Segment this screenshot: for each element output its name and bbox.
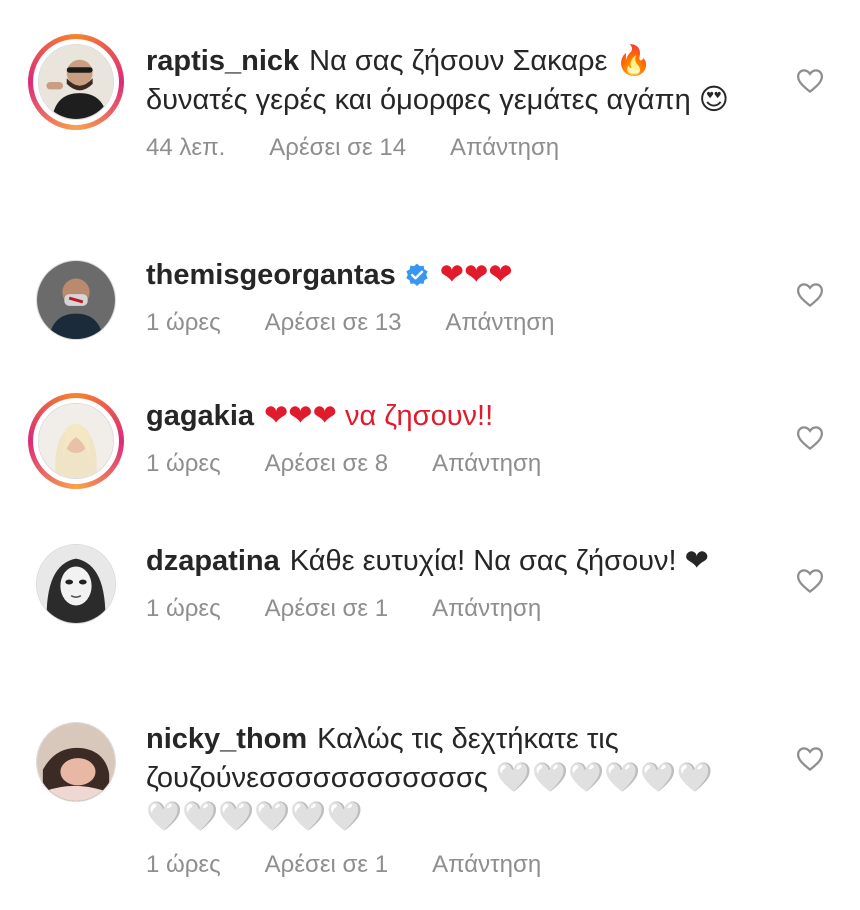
reply-button[interactable]: Απάντηση — [432, 595, 541, 622]
heart-outline-icon[interactable] — [795, 66, 825, 96]
comment-body: raptis_nick Να σας ζήσουν Σακαρε 🔥 δυνατέ… — [146, 42, 746, 162]
reply-button[interactable]: Απάντηση — [432, 450, 541, 477]
comment-time: 1 ώρες — [146, 309, 221, 336]
reply-button[interactable]: Απάντηση — [432, 851, 541, 878]
heart-outline-icon[interactable] — [795, 744, 825, 774]
likes-count-link[interactable]: Αρέσει σε 13 — [265, 309, 402, 336]
avatar-story-ring[interactable] — [28, 34, 124, 130]
username-link[interactable]: gagakia — [146, 400, 254, 432]
reply-button[interactable]: Απάντηση — [445, 309, 554, 336]
comment-body: nicky_thom Καλώς τις δεχτήκατε τις ζουζού… — [146, 720, 746, 879]
comment-meta: 1 ώρες Αρέσει σε 13 Απάντηση — [146, 309, 746, 337]
comment-body: themisgeorgantas ❤❤❤ 1 ώρες Αρέσει σε 13 Απ… — [146, 256, 746, 337]
avatar[interactable] — [38, 44, 114, 120]
comment-meta: 1 ώρες Αρέσει σε 1 Απάντηση — [146, 851, 746, 879]
comment-text: nicky_thom Καλώς τις δεχτήκατε τις ζουζού… — [146, 720, 736, 837]
username-link[interactable]: dzapatina — [146, 545, 280, 577]
comment-meta: 1 ώρες Αρέσει σε 1 Απάντηση — [146, 595, 746, 623]
avatar-wrap[interactable] — [28, 714, 124, 810]
likes-count-link[interactable]: Αρέσει σε 14 — [269, 134, 406, 161]
verified-badge-icon — [404, 260, 430, 286]
comment-text: themisgeorgantas ❤❤❤ — [146, 256, 746, 295]
avatar[interactable] — [38, 403, 114, 479]
comment-time: 1 ώρες — [146, 851, 221, 878]
reply-button[interactable]: Απάντηση — [450, 134, 559, 161]
comment-text: dzapatina Κάθε ευτυχία! Να σας ζήσουν! ❤ — [146, 542, 731, 581]
avatar-story-ring[interactable] — [28, 393, 124, 489]
comment-meta: 44 λεπ. Αρέσει σε 14 Απάντηση — [146, 134, 746, 162]
likes-count-link[interactable]: Αρέσει σε 1 — [265, 851, 388, 878]
username-link[interactable]: nicky_thom — [146, 723, 307, 755]
comment-body: dzapatina Κάθε ευτυχία! Να σας ζήσουν! ❤ … — [146, 542, 746, 623]
comment-message: ❤❤❤ να ζησουν!! — [264, 400, 494, 432]
avatar-wrap[interactable] — [28, 536, 124, 632]
username-link[interactable]: raptis_nick — [146, 45, 299, 77]
comment-time: 1 ώρες — [146, 450, 221, 477]
comment-message: Κάθε ευτυχία! Να σας ζήσουν! ❤ — [289, 545, 709, 577]
comment-time: 44 λεπ. — [146, 134, 226, 161]
likes-count-link[interactable]: Αρέσει σε 8 — [265, 450, 388, 477]
heart-outline-icon[interactable] — [795, 566, 825, 596]
comment-text: raptis_nick Να σας ζήσουν Σακαρε 🔥 δυνατέ… — [146, 42, 746, 120]
avatar-wrap[interactable] — [28, 252, 124, 348]
avatar[interactable] — [36, 722, 116, 802]
avatar[interactable] — [36, 260, 116, 340]
comment-message: ❤❤❤ — [439, 259, 513, 291]
comment-text: gagakia ❤❤❤ να ζησουν!! — [146, 397, 746, 436]
comment-time: 1 ώρες — [146, 595, 221, 622]
comment-meta: 1 ώρες Αρέσει σε 8 Απάντηση — [146, 450, 746, 478]
comment-body: gagakia ❤❤❤ να ζησουν!! 1 ώρες Αρέσει σε 8… — [146, 397, 746, 478]
heart-outline-icon[interactable] — [795, 280, 825, 310]
heart-outline-icon[interactable] — [795, 423, 825, 453]
likes-count-link[interactable]: Αρέσει σε 1 — [265, 595, 388, 622]
username-link[interactable]: themisgeorgantas — [146, 259, 396, 291]
avatar[interactable] — [36, 544, 116, 624]
